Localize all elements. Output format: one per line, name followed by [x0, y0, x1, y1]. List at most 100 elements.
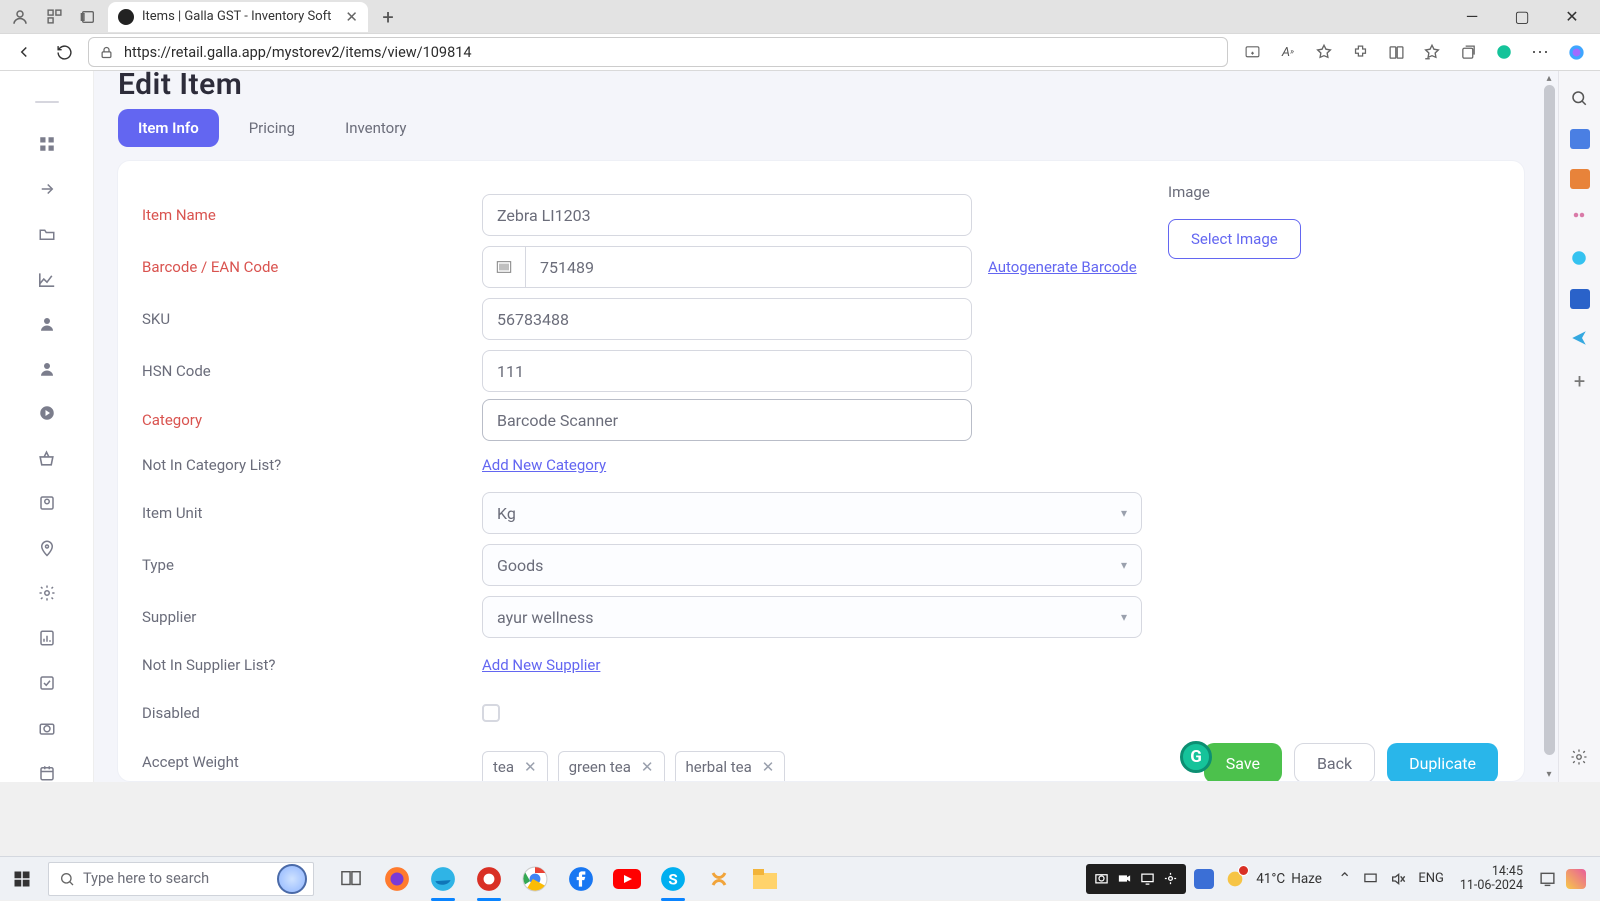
tag-chip[interactable]: tea✕	[482, 751, 548, 781]
sidebar-basket-icon[interactable]	[36, 449, 58, 468]
barcode-prefix-icon[interactable]	[482, 246, 526, 288]
item-name-input[interactable]: Zebra LI1203	[482, 194, 972, 236]
tray-cast-icon[interactable]	[1363, 871, 1378, 886]
sidebar-calendar-icon[interactable]	[36, 763, 58, 782]
side-tools-icon[interactable]	[1570, 169, 1590, 189]
side-settings-icon[interactable]	[1570, 748, 1590, 768]
category-input[interactable]: Barcode Scanner	[482, 399, 972, 441]
sidebar-reports-icon[interactable]	[36, 628, 58, 647]
sidebar-forward-icon[interactable]	[36, 180, 58, 199]
tray-volume-icon[interactable]	[1390, 871, 1406, 887]
tray-assist-icon[interactable]	[1566, 869, 1586, 889]
window-minimize-button[interactable]: ―	[1450, 2, 1494, 32]
chip-remove-icon[interactable]: ✕	[524, 758, 537, 776]
recording-toolbar[interactable]	[1086, 864, 1186, 894]
refresh-button[interactable]	[48, 36, 80, 68]
back-page-button[interactable]: Back	[1294, 743, 1375, 781]
tab-item-info[interactable]: Item Info	[118, 109, 219, 147]
sidebar-check-icon[interactable]	[36, 673, 58, 692]
gear-tray-icon[interactable]	[1163, 871, 1178, 886]
add-new-category-link[interactable]: Add New Category	[482, 456, 606, 474]
window-close-button[interactable]: ✕	[1550, 2, 1594, 32]
app1-icon[interactable]	[704, 864, 734, 894]
taskview-icon[interactable]	[336, 864, 366, 894]
select-image-button[interactable]: Select Image	[1168, 219, 1301, 259]
window-maximize-button[interactable]: ▢	[1500, 2, 1544, 32]
sidebar-user2-icon[interactable]	[36, 359, 58, 378]
skype-icon[interactable]: S	[658, 864, 688, 894]
hsn-input[interactable]: 111	[482, 350, 972, 392]
side-send-icon[interactable]	[1570, 329, 1590, 349]
sidebar-folder-icon[interactable]	[36, 224, 58, 243]
edge-icon[interactable]	[428, 864, 458, 894]
tray-clock[interactable]: 14:45 11-06-2024	[1460, 865, 1523, 893]
new-tab-button[interactable]: +	[374, 3, 402, 31]
barcode-input[interactable]: 751489	[526, 246, 972, 288]
sidebar-stock-icon[interactable]	[36, 269, 58, 288]
video-tray-icon[interactable]	[1117, 871, 1132, 886]
read-aloud-icon[interactable]: A»	[1272, 36, 1304, 68]
tray-chevron-up-icon[interactable]: ⌃	[1338, 869, 1351, 888]
sidebar-location-icon[interactable]	[36, 539, 58, 558]
app-available-icon[interactable]	[1236, 36, 1268, 68]
split-screen-icon[interactable]	[1380, 36, 1412, 68]
scroll-up-arrow[interactable]: ▴	[1543, 73, 1555, 84]
tray-app-icon[interactable]	[1194, 869, 1214, 889]
firefox-icon[interactable]	[382, 864, 412, 894]
scrollbar-thumb[interactable]	[1544, 85, 1555, 755]
sidebar-dashboard-icon[interactable]	[36, 135, 58, 154]
address-bar[interactable]: https://retail.galla.app/mystorev2/items…	[88, 37, 1228, 67]
type-select[interactable]: Goods▾	[482, 544, 1142, 586]
taskbar-search[interactable]: Type here to search	[48, 862, 314, 896]
scroll-down-arrow[interactable]: ▾	[1543, 769, 1555, 780]
grammarly-badge-icon[interactable]: G	[1180, 741, 1212, 773]
supplier-select[interactable]: ayur wellness▾	[482, 596, 1142, 638]
add-new-supplier-link[interactable]: Add New Supplier	[482, 656, 600, 674]
tab-pricing[interactable]: Pricing	[229, 109, 315, 147]
close-tab-button[interactable]: ✕	[345, 8, 358, 26]
tab-inventory[interactable]: Inventory	[325, 109, 426, 147]
chrome-icon[interactable]	[520, 864, 550, 894]
sidebar-settings-icon[interactable]	[36, 584, 58, 603]
back-button[interactable]	[8, 36, 40, 68]
tag-chip[interactable]: herbal tea✕	[675, 751, 786, 781]
chip-remove-icon[interactable]: ✕	[762, 758, 775, 776]
duplicate-button[interactable]: Duplicate	[1387, 743, 1498, 781]
side-shopping-icon[interactable]	[1570, 129, 1590, 149]
workspaces-icon[interactable]	[40, 3, 68, 31]
sidebar-camera-icon[interactable]	[36, 718, 58, 737]
extensions-icon[interactable]	[1344, 36, 1376, 68]
favorites-hub-icon[interactable]	[1416, 36, 1448, 68]
tag-chip[interactable]: green tea✕	[558, 751, 665, 781]
favorite-icon[interactable]	[1308, 36, 1340, 68]
youtube-icon[interactable]	[612, 864, 642, 894]
tray-lang[interactable]: ENG	[1418, 871, 1444, 886]
profile-icon[interactable]	[6, 3, 34, 31]
side-edge-icon[interactable]	[1570, 249, 1590, 269]
tray-weather-icon[interactable]	[1224, 868, 1246, 890]
camera-tray-icon[interactable]	[1094, 871, 1109, 886]
sidebar-collapse-handle[interactable]	[35, 101, 59, 103]
chip-remove-icon[interactable]: ✕	[641, 758, 654, 776]
weather-widget[interactable]: 41°C Haze	[1256, 871, 1322, 887]
sidebar-play-icon[interactable]	[36, 404, 58, 423]
grammarly-ext-icon[interactable]	[1488, 36, 1520, 68]
save-button[interactable]: Save	[1204, 743, 1282, 781]
browser-tab[interactable]: Items | Galla GST - Inventory Soft ✕	[108, 2, 368, 32]
screen-tray-icon[interactable]	[1140, 871, 1155, 886]
side-search-icon[interactable]	[1570, 89, 1590, 109]
collections-icon[interactable]	[1452, 36, 1484, 68]
autogenerate-barcode-link[interactable]: Autogenerate Barcode	[988, 258, 1137, 276]
sidebar-contact-icon[interactable]	[36, 494, 58, 513]
sku-input[interactable]: 56783488	[482, 298, 972, 340]
side-add-icon[interactable]: +	[1570, 369, 1590, 389]
item-unit-select[interactable]: Kg▾	[482, 492, 1142, 534]
start-button[interactable]	[0, 857, 44, 901]
side-people-icon[interactable]	[1570, 209, 1590, 229]
facebook-icon[interactable]	[566, 864, 596, 894]
tray-notification-icon[interactable]	[1539, 871, 1556, 887]
explorer-icon[interactable]	[750, 864, 780, 894]
more-button[interactable]: ⋯	[1524, 36, 1556, 68]
copilot-icon[interactable]	[1560, 36, 1592, 68]
side-outlook-icon[interactable]	[1570, 289, 1590, 309]
